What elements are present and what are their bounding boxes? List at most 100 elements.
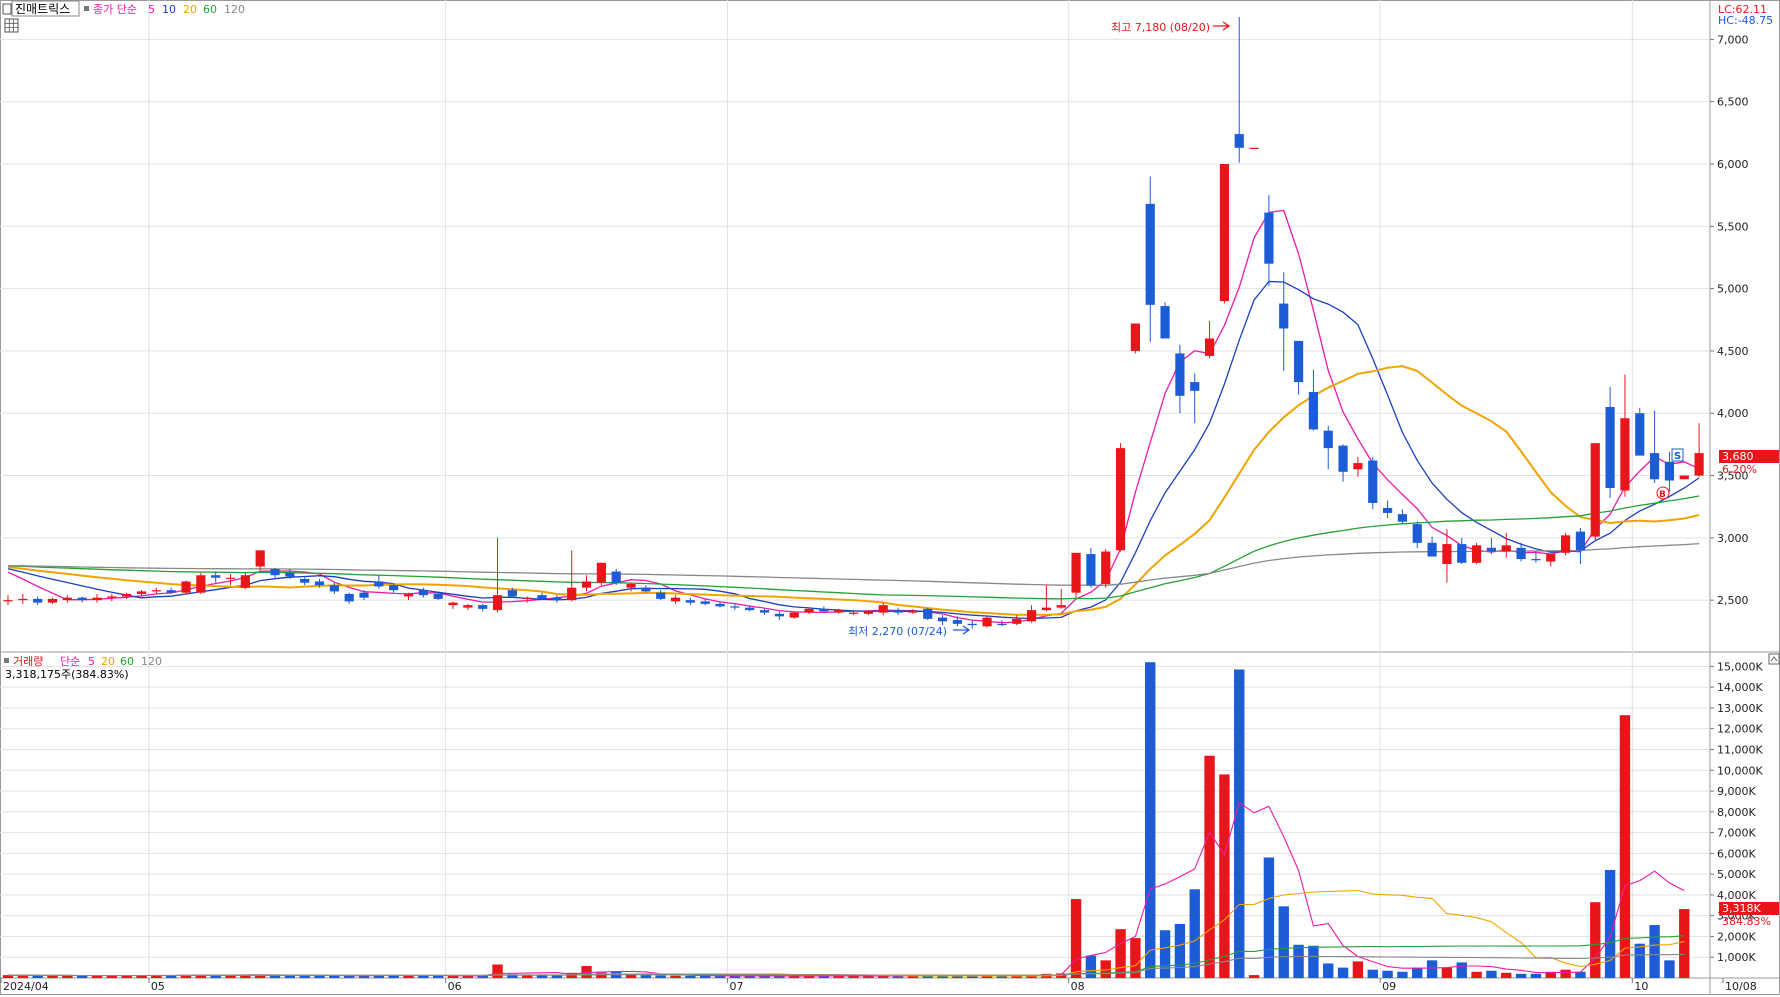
- volume-bar: [1397, 971, 1408, 978]
- candle-body: [626, 583, 636, 588]
- candle-body: [403, 593, 414, 597]
- candle-body: [1397, 514, 1408, 522]
- volume-bar: [1471, 971, 1482, 978]
- candle-body: [329, 585, 339, 592]
- sell-signal-icon[interactable]: S: [1671, 448, 1684, 462]
- candle-body: [418, 590, 428, 596]
- candle-body: [1620, 418, 1630, 491]
- time-tick-label: 10: [1634, 980, 1648, 993]
- candle-body: [1056, 605, 1066, 608]
- candle-body: [819, 608, 829, 612]
- volume-tick-label: 8,000K: [1717, 806, 1756, 819]
- candle-body: [211, 575, 221, 578]
- price-tick-label: 5,000: [1717, 283, 1749, 296]
- stock-chart[interactable]: 2,5003,0003,5004,0004,5005,0005,5006,000…: [0, 0, 1780, 997]
- low-annotation: 최저 2,270 (07/24): [848, 625, 947, 638]
- volume-bar: [1367, 969, 1378, 978]
- candle-body: [1175, 353, 1185, 396]
- candle-body: [47, 598, 58, 603]
- candle-body: [774, 613, 784, 617]
- candle-body: [33, 598, 43, 603]
- volume-bar: [1560, 969, 1571, 978]
- candle-body: [1026, 610, 1037, 622]
- candle-body: [225, 577, 236, 579]
- candle-body: [982, 617, 992, 627]
- volume-bar: [1664, 960, 1675, 978]
- price-tick-label: 3,000: [1717, 532, 1749, 545]
- volume-tick-label: 15,000K: [1717, 660, 1763, 673]
- volume-bar: [1204, 755, 1215, 978]
- chart-background: [0, 0, 1780, 995]
- candle-body: [359, 592, 369, 598]
- candle-body: [967, 623, 977, 626]
- candle-body: [1086, 554, 1096, 586]
- candle-body: [1012, 618, 1022, 624]
- candle-body: [863, 611, 873, 614]
- hc-label: HC:-48.75: [1718, 14, 1773, 27]
- candle-body: [923, 608, 933, 619]
- candle-body: [1190, 382, 1200, 391]
- candle-body: [1160, 306, 1170, 339]
- volume-tick-label: 11,000K: [1717, 743, 1763, 756]
- price-tick-label: 4,500: [1717, 345, 1749, 358]
- volume-bar: [1501, 972, 1512, 978]
- candle-body: [1694, 453, 1704, 476]
- candle-body: [463, 605, 473, 608]
- candle-body: [492, 595, 503, 611]
- candle-body: [1338, 445, 1348, 472]
- volume-bar: [492, 964, 503, 978]
- time-tick-label: 05: [151, 980, 165, 993]
- volume-bar: [1085, 955, 1097, 978]
- candle-body: [641, 587, 651, 592]
- candle-body: [300, 578, 310, 583]
- volume-tick-label: 4,000K: [1717, 889, 1756, 902]
- candle-body: [745, 607, 755, 611]
- volume-bar: [1115, 929, 1126, 978]
- candle-body: [1575, 531, 1586, 551]
- candle-body: [908, 611, 918, 613]
- panel-toggle-icon[interactable]: [1768, 653, 1780, 665]
- vma-period-5: 5: [88, 655, 95, 668]
- candle-body: [1486, 547, 1497, 552]
- volume-bar: [685, 975, 696, 978]
- candle-body: [596, 562, 606, 583]
- candle-body: [240, 575, 250, 588]
- candle-body: [804, 608, 814, 613]
- chart-frame: [0, 0, 1780, 995]
- grid-icon[interactable]: [4, 18, 19, 33]
- candle-body: [62, 597, 72, 601]
- volume-bar: [284, 975, 296, 978]
- volume-bar: [1679, 909, 1690, 978]
- candle-body: [18, 598, 28, 601]
- candle-body: [1382, 507, 1393, 513]
- candle-body: [656, 592, 666, 599]
- candle-body: [107, 596, 117, 598]
- vma-period-60: 60: [120, 655, 134, 668]
- candle-body: [1293, 340, 1304, 383]
- volume-bar: [1174, 923, 1186, 978]
- candle-body: [389, 585, 399, 591]
- candle-body: [77, 597, 87, 601]
- volume-bar: [1382, 970, 1393, 978]
- candle-body: [3, 600, 13, 602]
- price-tick-label: 5,500: [1717, 220, 1749, 233]
- candle-body: [1412, 524, 1422, 543]
- volume-bar: [1426, 960, 1438, 978]
- candle-body: [789, 612, 799, 618]
- volume-tick-label: 2,000K: [1717, 930, 1756, 943]
- volume-label: 거래량: [13, 655, 43, 668]
- volume-bar: [1412, 967, 1423, 978]
- candle-body: [611, 571, 621, 583]
- ma-period-10: 10: [162, 3, 176, 16]
- time-tick-label: 2024/04: [3, 980, 49, 993]
- candle-body: [759, 610, 770, 613]
- candle-body: [1071, 552, 1081, 593]
- volume-bar: [640, 975, 652, 978]
- volume-bar: [655, 975, 666, 978]
- volume-bar: [1189, 889, 1200, 978]
- candle-body: [122, 593, 132, 597]
- candle-body: [670, 597, 681, 602]
- volume-tick-label: 10,000K: [1717, 764, 1763, 777]
- volume-tick-label: 5,000K: [1717, 868, 1756, 881]
- last-volume: 3,318K: [1722, 902, 1761, 915]
